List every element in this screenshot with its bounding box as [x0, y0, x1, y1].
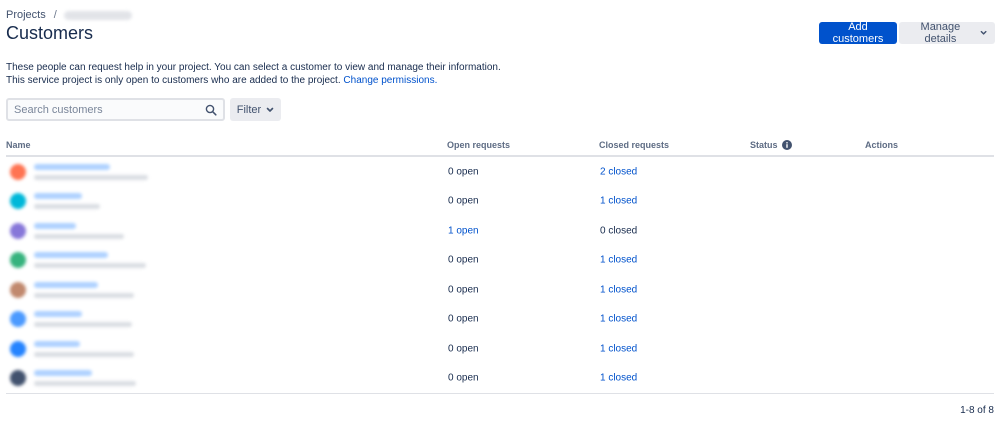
- open-requests-cell: 0 open: [448, 166, 479, 178]
- search-customers[interactable]: [6, 98, 225, 121]
- table-row[interactable]: 0 open 1 closed: [6, 187, 994, 217]
- customer-name[interactable]: [34, 340, 80, 347]
- customer-email: [34, 204, 100, 210]
- customer-name[interactable]: [34, 163, 110, 170]
- breadcrumb-project-name[interactable]: [63, 10, 132, 20]
- table-bottom-divider: [6, 393, 994, 394]
- closed-requests-cell: 0 closed: [600, 225, 638, 237]
- description-line-2-text: This service project is only open to cus…: [6, 75, 341, 86]
- customer-name[interactable]: [34, 252, 108, 259]
- manage-details-button[interactable]: Manage details: [899, 21, 995, 45]
- customer-name[interactable]: [34, 370, 92, 377]
- description-line-1: These people can request help in your pr…: [6, 62, 501, 73]
- chevron-down-icon: [266, 107, 274, 112]
- add-customers-button[interactable]: Add customers: [819, 21, 897, 45]
- avatar: [10, 163, 26, 180]
- avatar: [10, 222, 26, 239]
- breadcrumb: Projects /: [6, 8, 132, 22]
- customer-name[interactable]: [34, 281, 98, 288]
- customer-name-cell[interactable]: [10, 311, 132, 328]
- customer-email: [34, 174, 148, 180]
- customer-email: [34, 351, 134, 357]
- customer-identity: [34, 252, 146, 269]
- search-icon: [205, 104, 217, 116]
- table-row[interactable]: 0 open 1 closed: [6, 305, 994, 335]
- avatar: [10, 340, 26, 357]
- closed-requests-cell[interactable]: 1 closed: [600, 255, 637, 266]
- table-header: Name Open requests Closed requests Statu…: [6, 137, 994, 157]
- table-body: 0 open 2 closed 0 open 1 closed 1 open 0 clos…: [6, 157, 994, 393]
- customer-identity: [34, 163, 148, 180]
- column-closed-requests[interactable]: Closed requests: [599, 140, 669, 150]
- closed-requests-cell[interactable]: 1 closed: [600, 343, 637, 354]
- table-row[interactable]: 0 open 1 closed: [6, 334, 994, 364]
- filter-label: Filter: [236, 103, 262, 116]
- customer-name-cell[interactable]: [10, 340, 134, 357]
- customer-email: [34, 292, 134, 298]
- customer-email: [34, 233, 124, 239]
- avatar: [10, 193, 26, 210]
- info-icon[interactable]: [781, 140, 792, 150]
- customer-email: [34, 322, 132, 328]
- customer-identity: [34, 340, 134, 357]
- table-row[interactable]: 1 open 0 closed: [6, 216, 994, 246]
- breadcrumb-separator: /: [53, 9, 57, 21]
- table-row[interactable]: 0 open 1 closed: [6, 275, 994, 305]
- open-requests-cell: 0 open: [448, 284, 479, 296]
- closed-requests-cell[interactable]: 2 closed: [600, 166, 637, 177]
- column-status-label: Status: [750, 140, 778, 150]
- customers-table: Name Open requests Closed requests Statu…: [6, 137, 994, 393]
- customer-name[interactable]: [34, 311, 82, 318]
- column-name[interactable]: Name: [6, 140, 31, 150]
- customer-email: [34, 263, 146, 269]
- description-line-2: This service project is only open to cus…: [6, 74, 501, 87]
- closed-requests-cell[interactable]: 1 closed: [600, 196, 637, 207]
- customer-name-cell[interactable]: [10, 281, 134, 298]
- chevron-down-icon: [980, 30, 987, 35]
- avatar: [10, 311, 26, 328]
- table-row[interactable]: 0 open 2 closed: [6, 157, 994, 187]
- page-title: Customers: [6, 23, 94, 43]
- column-actions: Actions: [865, 140, 899, 150]
- open-requests-cell: 0 open: [448, 372, 479, 384]
- open-requests-cell[interactable]: 1 open: [448, 225, 479, 236]
- customer-name-cell[interactable]: [10, 193, 100, 210]
- open-requests-cell: 0 open: [448, 313, 479, 325]
- open-requests-cell: 0 open: [448, 195, 479, 207]
- customer-identity: [34, 193, 100, 210]
- customer-name-cell[interactable]: [10, 370, 136, 387]
- customer-name[interactable]: [34, 222, 76, 229]
- change-permissions-link[interactable]: Change permissions.: [343, 75, 437, 86]
- open-requests-cell: 0 open: [448, 254, 479, 266]
- customer-identity: [34, 281, 134, 298]
- customer-identity: [34, 370, 136, 387]
- column-open-requests[interactable]: Open requests: [447, 140, 510, 150]
- customer-name-cell[interactable]: [10, 163, 148, 180]
- table-row[interactable]: 0 open 1 closed: [6, 364, 994, 394]
- closed-requests-cell[interactable]: 1 closed: [600, 284, 637, 295]
- customer-identity: [34, 222, 124, 239]
- manage-details-label: Manage details: [920, 21, 961, 45]
- closed-requests-cell[interactable]: 1 closed: [600, 314, 637, 325]
- customer-identity: [34, 311, 132, 328]
- column-status: Status: [750, 140, 792, 150]
- avatar: [10, 370, 26, 387]
- avatar: [10, 281, 26, 298]
- filter-button[interactable]: Filter: [230, 98, 281, 121]
- customer-email: [34, 381, 136, 387]
- description: These people can request help in your pr…: [6, 61, 501, 87]
- customer-name-cell[interactable]: [10, 252, 146, 269]
- closed-requests-cell[interactable]: 1 closed: [600, 373, 637, 384]
- table-row[interactable]: 0 open 1 closed: [6, 246, 994, 276]
- search-input[interactable]: [14, 103, 194, 116]
- header-actions: Add customers Manage details: [819, 21, 995, 45]
- breadcrumb-projects[interactable]: Projects: [6, 9, 46, 21]
- customer-name[interactable]: [34, 193, 82, 200]
- customer-name-cell[interactable]: [10, 222, 124, 239]
- avatar: [10, 252, 26, 269]
- open-requests-cell: 0 open: [448, 343, 479, 355]
- pagination: 1-8 of 8: [960, 405, 994, 416]
